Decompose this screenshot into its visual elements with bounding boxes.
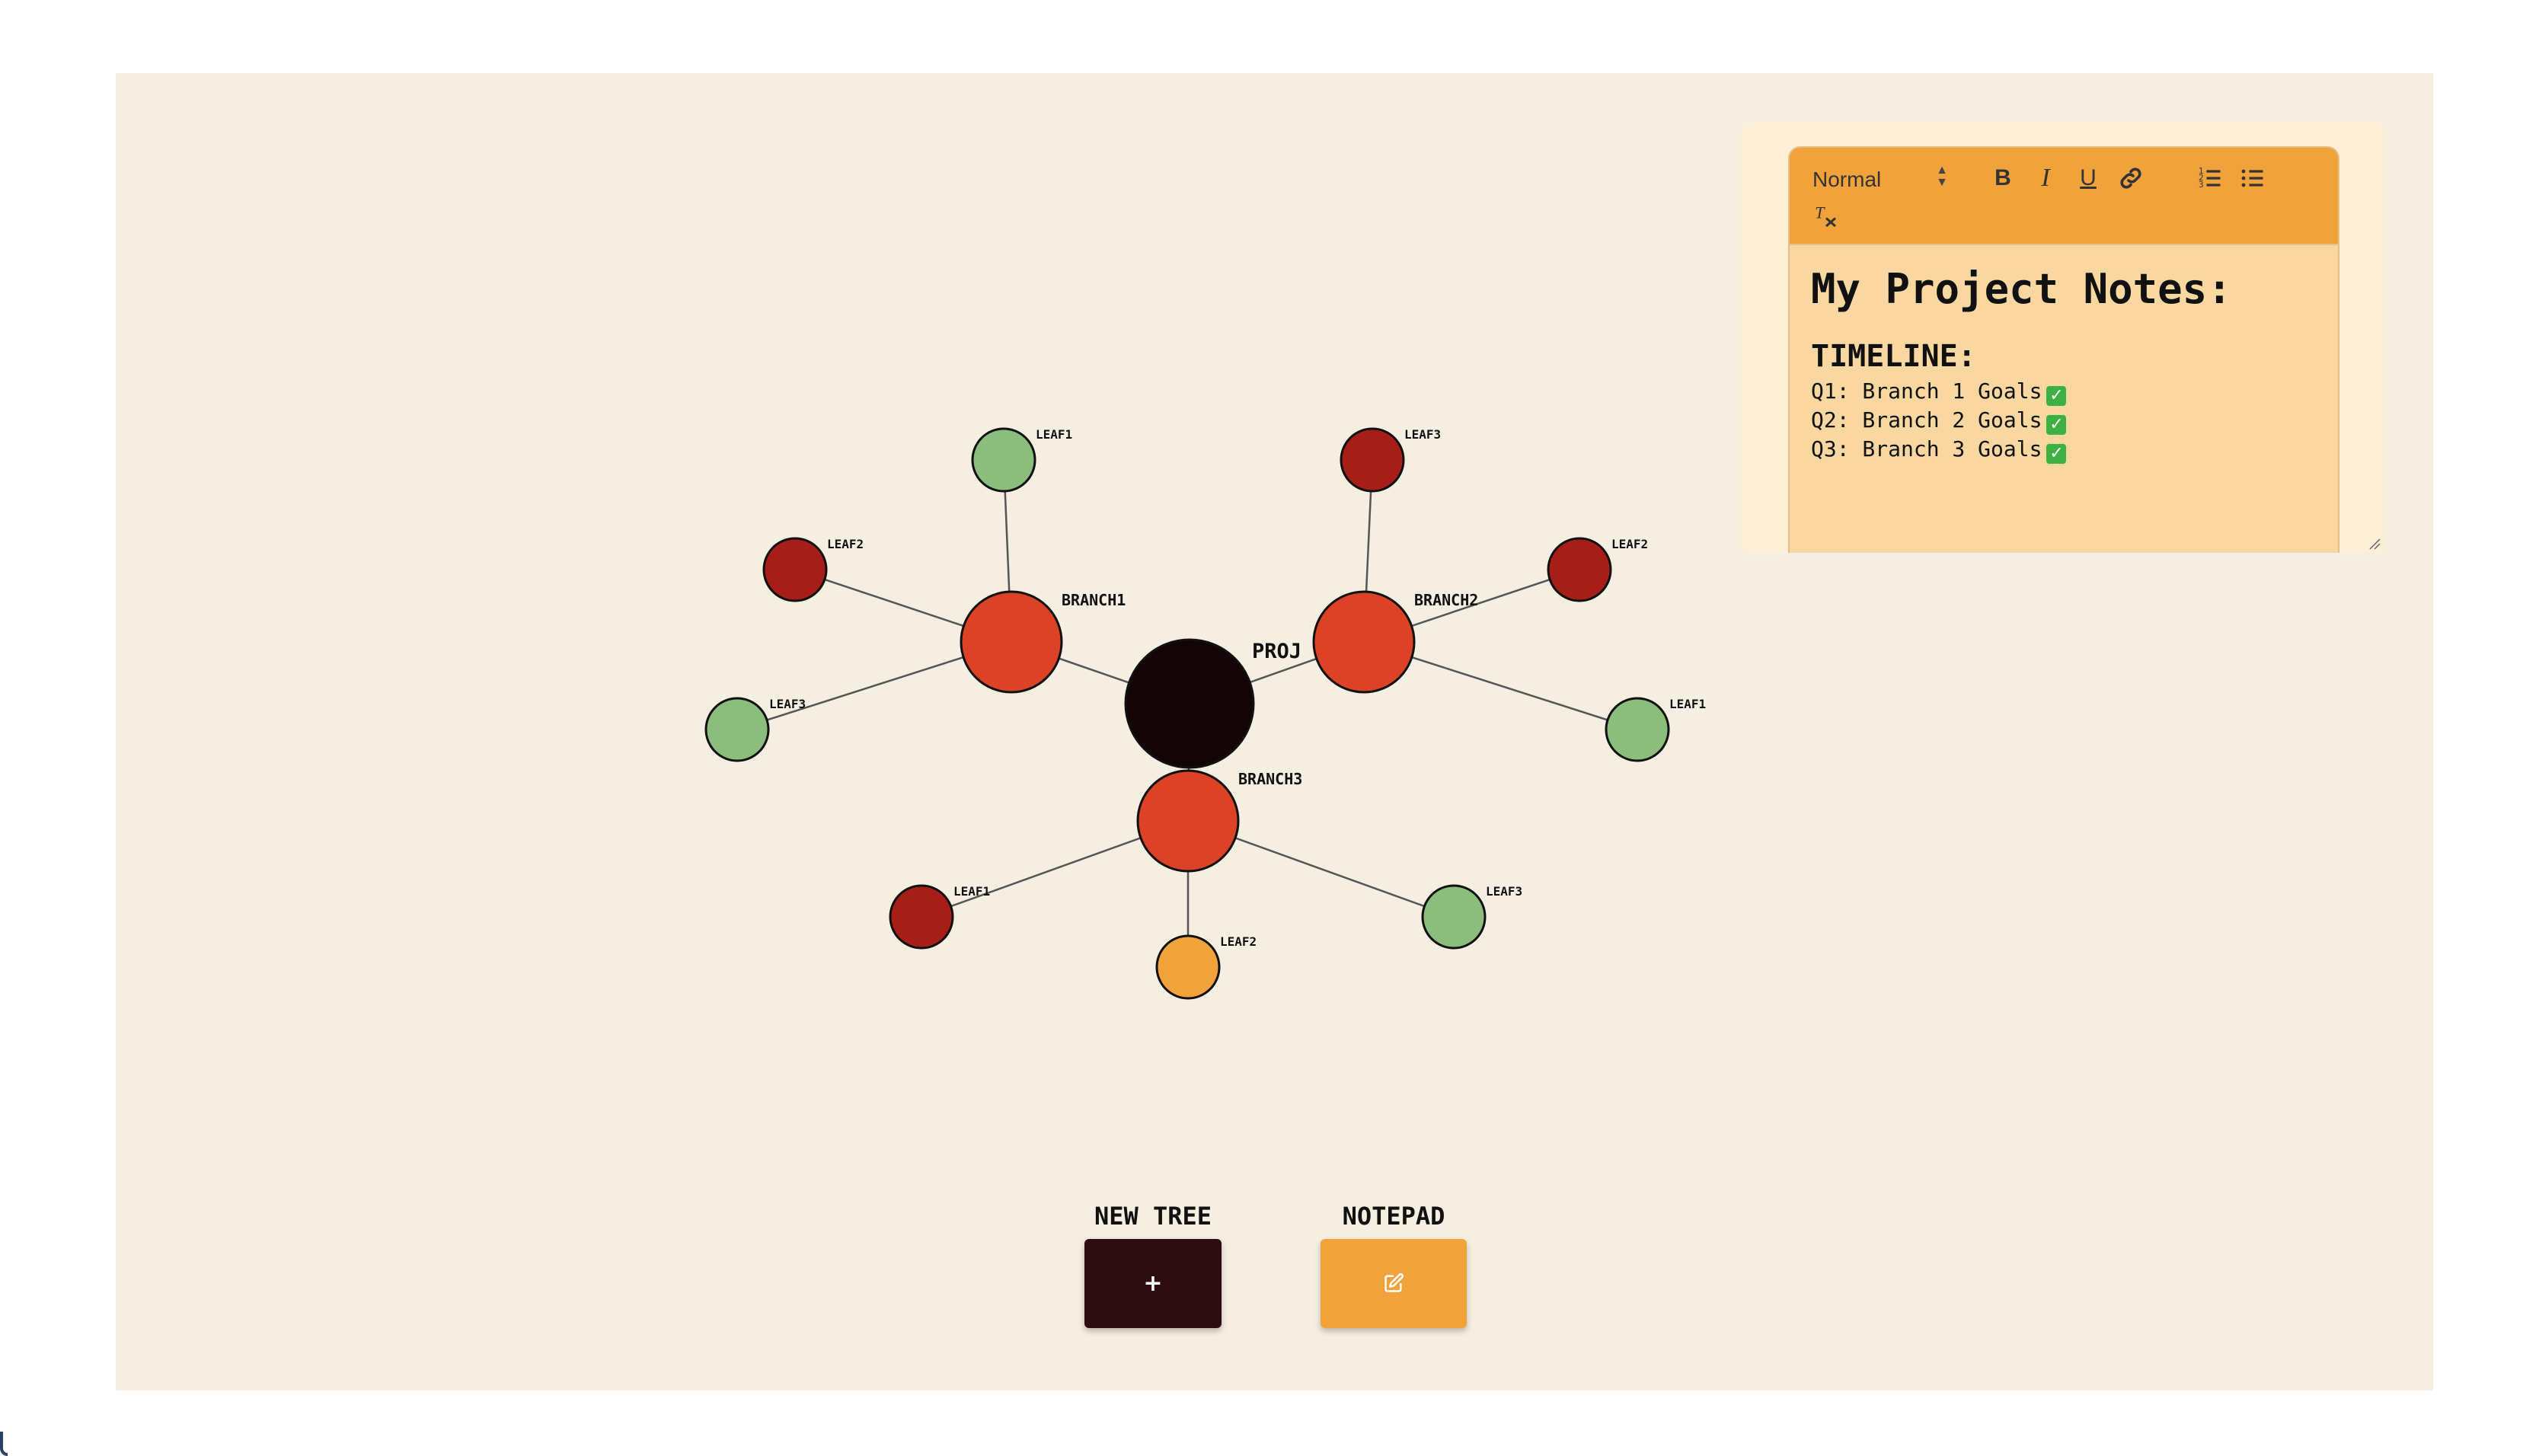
note-title: My Project Notes: bbox=[1811, 265, 2232, 313]
leaf-node[interactable] bbox=[704, 697, 770, 762]
editor-toolbar: Normal ▲ ▼ B I U 1 2 3 T bbox=[1788, 146, 2339, 245]
leaf-node[interactable] bbox=[1547, 537, 1612, 602]
bullet-list-button[interactable] bbox=[2236, 161, 2269, 195]
new-tree-label: NEW TREE bbox=[1094, 1202, 1212, 1231]
notepad-label: NOTEPAD bbox=[1342, 1202, 1445, 1231]
check-mark-icon: ✓ bbox=[2046, 415, 2067, 435]
leaf-node[interactable] bbox=[762, 537, 828, 602]
note-subtitle: TIMELINE: bbox=[1811, 339, 1976, 374]
leaf-node[interactable] bbox=[1421, 884, 1487, 950]
note-line: Q1: Branch 1 Goals ✓ bbox=[1811, 377, 2317, 406]
branch-node[interactable] bbox=[1136, 769, 1240, 873]
note-line: Q3: Branch 3 Goals ✓ bbox=[1811, 435, 2317, 464]
underline-button[interactable]: U bbox=[2071, 161, 2105, 195]
ordered-list-button[interactable]: 1 2 3 bbox=[2193, 161, 2227, 195]
bold-button[interactable]: B bbox=[1986, 161, 2020, 195]
leaf-node[interactable] bbox=[971, 427, 1036, 493]
leaf-node[interactable] bbox=[1155, 934, 1221, 1000]
corner-decoration bbox=[0, 1432, 8, 1456]
note-line-text: Q3: Branch 3 Goals bbox=[1811, 436, 2042, 461]
branch-node[interactable] bbox=[1312, 590, 1416, 694]
svg-text:T: T bbox=[1815, 203, 1825, 222]
leaf-node[interactable] bbox=[1605, 697, 1670, 762]
note-line-text: Q1: Branch 1 Goals bbox=[1811, 378, 2042, 404]
branch-node[interactable] bbox=[960, 590, 1063, 694]
notepad-button[interactable] bbox=[1321, 1239, 1467, 1328]
notepad-panel: Normal ▲ ▼ B I U 1 2 3 T My Project Note… bbox=[1741, 122, 2385, 553]
format-select-value: Normal bbox=[1812, 168, 1882, 191]
root-node[interactable] bbox=[1124, 638, 1255, 769]
clear-format-button[interactable]: T bbox=[1809, 198, 1843, 231]
leaf-node[interactable] bbox=[1340, 427, 1405, 493]
notepad-editor[interactable]: My Project Notes: TIMELINE: Q1: Branch 1… bbox=[1788, 245, 2339, 553]
leaf-node[interactable] bbox=[889, 884, 954, 950]
new-tree-button[interactable]: + bbox=[1084, 1239, 1222, 1328]
select-arrows-icon: ▲ ▼ bbox=[1936, 164, 1948, 189]
italic-button[interactable]: I bbox=[2029, 161, 2062, 195]
format-select[interactable]: Normal ▲ ▼ bbox=[1812, 164, 1948, 195]
ordered-list-icon: 1 2 3 bbox=[2199, 167, 2221, 190]
edit-icon bbox=[1384, 1272, 1404, 1292]
check-mark-icon: ✓ bbox=[2046, 386, 2067, 406]
clear-format-icon: T bbox=[1815, 203, 1836, 228]
note-line: Q2: Branch 2 Goals ✓ bbox=[1811, 406, 2317, 435]
check-mark-icon: ✓ bbox=[2046, 444, 2067, 464]
note-line-text: Q2: Branch 2 Goals bbox=[1811, 407, 2042, 433]
bullet-list-icon bbox=[2241, 169, 2263, 187]
link-icon bbox=[2120, 168, 2141, 189]
link-button[interactable] bbox=[2114, 161, 2148, 195]
resize-handle-icon[interactable] bbox=[2367, 536, 2381, 550]
svg-text:3: 3 bbox=[2199, 180, 2204, 190]
